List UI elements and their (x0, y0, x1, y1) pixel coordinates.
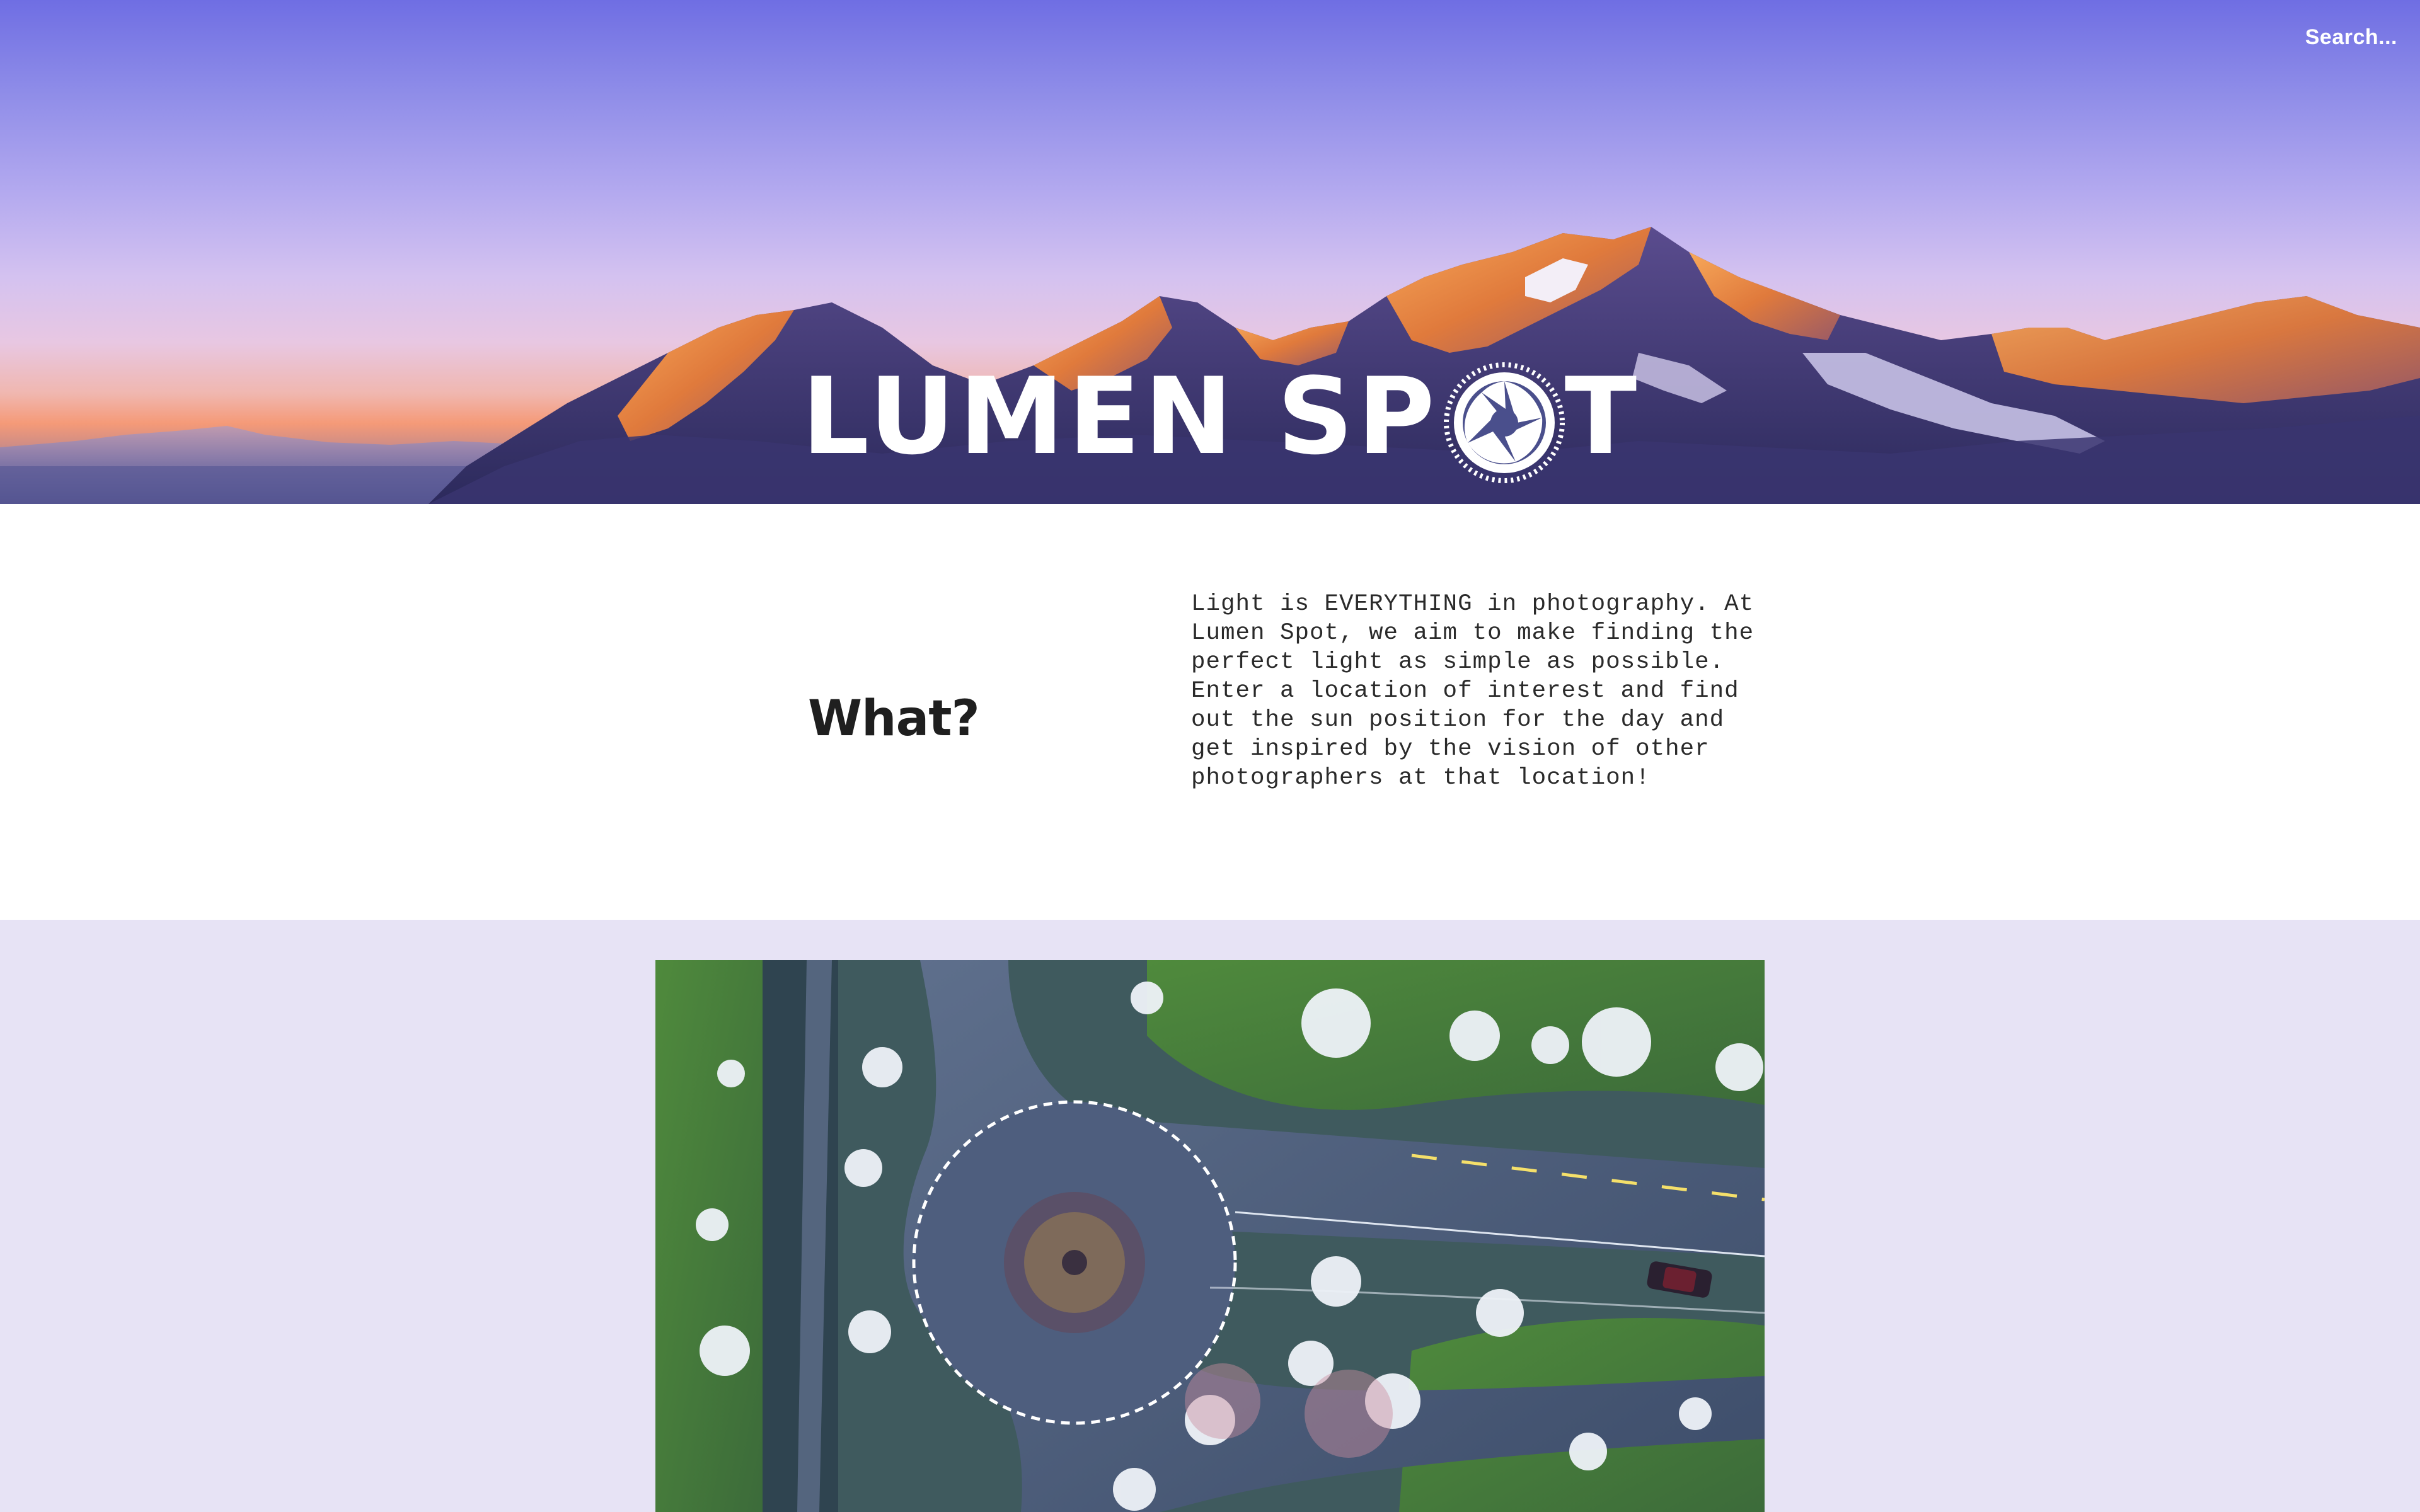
site-logo[interactable]: LUMEN SP T (802, 355, 1641, 483)
gallery-section (0, 920, 2420, 1512)
aerial-roundabout-photo[interactable] (655, 960, 1765, 1512)
camera-aperture-icon (1441, 360, 1567, 486)
what-description: Light is EVERYTHING in photography. At L… (1191, 591, 1754, 791)
hero-banner: Search... LUMEN SP T (0, 0, 2420, 504)
logo-text-left: LUMEN SP (802, 355, 1439, 478)
search-link[interactable]: Search... (2305, 25, 2397, 50)
what-section: What? Light is EVERYTHING in photography… (0, 504, 2420, 920)
what-heading: What? (808, 690, 980, 747)
logo-text-right: T (1564, 355, 1641, 478)
